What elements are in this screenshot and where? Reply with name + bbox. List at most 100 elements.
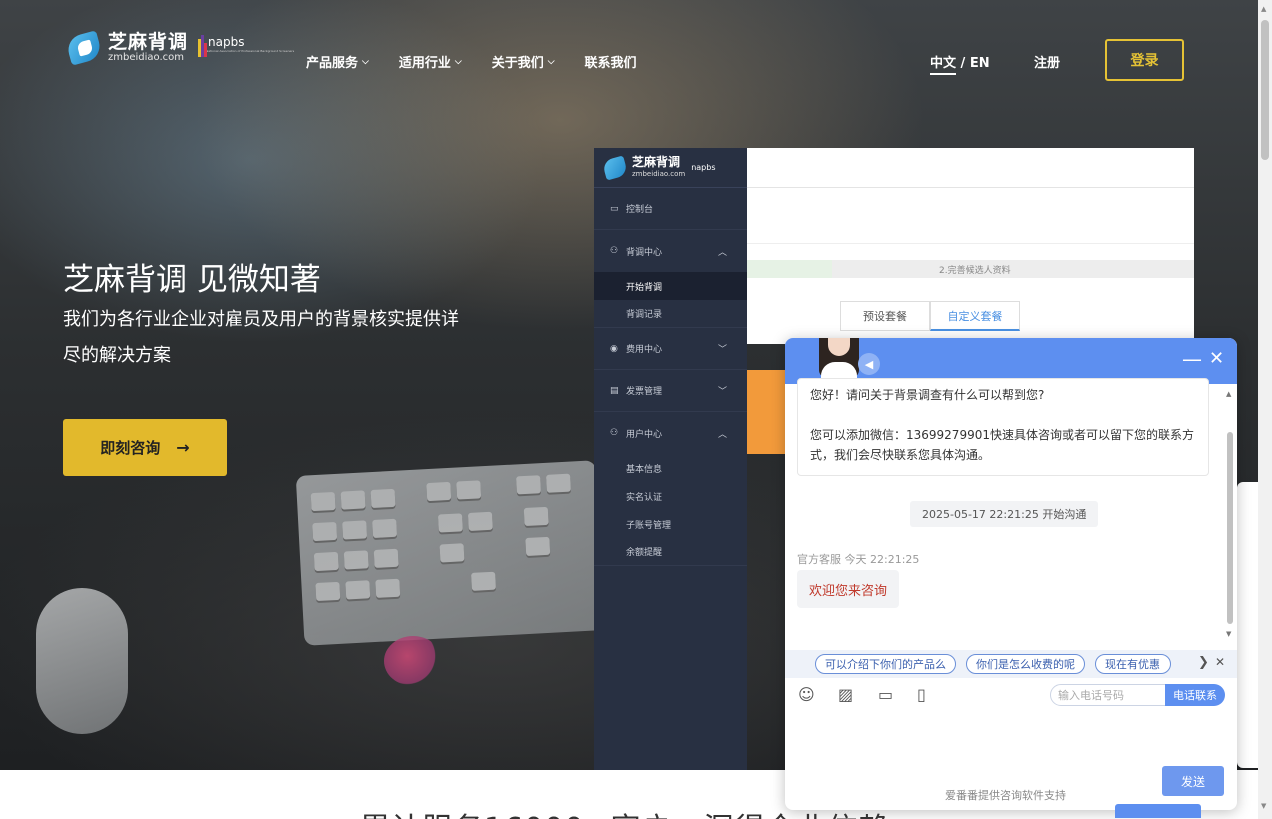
sidebar-item-check-records[interactable]: 背调记录: [594, 300, 747, 328]
login-button[interactable]: 登录: [1105, 39, 1184, 81]
emoji-icon[interactable]: ☺: [798, 685, 815, 704]
chat-scroll-thumb[interactable]: [1227, 432, 1233, 624]
sidebar-item-basic-info[interactable]: 基本信息: [594, 454, 747, 482]
mock-logo: 芝麻背调 zmbeidiao.com napbs: [594, 148, 747, 188]
chat-scrollbar[interactable]: ▲ ▼: [1223, 384, 1237, 648]
mock-tabs: 预设套餐 自定义套餐: [840, 301, 1020, 331]
mock-toolbar: [747, 188, 1194, 244]
greeting-line-2: 您可以添加微信：13699279901快速具体咨询或者可以留下您的联系方式，我们…: [810, 428, 1194, 462]
step-complete: [747, 260, 832, 278]
chevron-down-icon: ⌵: [454, 56, 462, 67]
floating-side-panel: [1237, 482, 1258, 768]
chat-widget: ◀ — ✕ 您好！请问关于背景调查有什么可以帮到您? 您可以添加微信：13699…: [785, 338, 1237, 810]
nav-industries[interactable]: 适用行业 ⌵: [399, 52, 462, 71]
mock-sidebar: 芝麻背调 zmbeidiao.com napbs ▭ 控制台 ⚇ 背调中心 ︿ 开始背调…: [594, 148, 747, 770]
logo-name: 芝麻背调: [108, 31, 189, 53]
coin-icon: ◉: [610, 343, 618, 354]
close-icon[interactable]: ✕: [1215, 655, 1225, 669]
page-scrollbar[interactable]: ▲ ▼: [1258, 0, 1272, 819]
chevron-down-icon: ﹀: [717, 345, 727, 355]
agent-message: 欢迎您来咨询: [797, 570, 900, 608]
chevron-right-icon[interactable]: ❯: [1198, 655, 1209, 670]
chevron-down-icon: ⌵: [547, 56, 555, 67]
phone-input[interactable]: [1050, 684, 1168, 706]
scroll-down-icon[interactable]: ▼: [1261, 802, 1266, 810]
mock-domain: zmbeidiao.com: [632, 170, 686, 178]
hero-subtitle: 我们为各行业企业对雇员及用户的背景核实提供详尽的解决方案: [63, 309, 459, 366]
quick-reply-pricing[interactable]: 你们是怎么收费的呢: [966, 654, 1085, 674]
consult-button[interactable]: 即刻咨询 →: [63, 419, 227, 476]
napbs-subtitle: National Association of Professional Bac…: [206, 49, 295, 53]
register-link[interactable]: 注册: [1034, 52, 1060, 71]
consult-label: 即刻咨询: [100, 439, 161, 457]
mock-content: 2.完善候选人资料 预设套餐 自定义套餐: [747, 244, 1194, 344]
mock-topbar: [747, 148, 1194, 188]
mock-orange-card: [747, 370, 785, 454]
arrow-right-icon: →: [176, 438, 190, 457]
mouse-image: [36, 588, 128, 734]
hero-title: 芝麻背调 见微知著: [63, 262, 321, 298]
site-logo[interactable]: 芝麻背调 zmbeidiao.com napbs National Associ…: [64, 30, 294, 66]
folder-icon[interactable]: ▭: [878, 685, 893, 704]
watermark-logo: [384, 636, 442, 686]
greeting-line-1: 您好！请问关于背景调查有什么可以帮到您?: [810, 388, 1045, 402]
quick-reply-products[interactable]: 可以介绍下你们的产品么: [815, 654, 956, 674]
chat-toolbar: ☺ ▨ ▭ ▯ 电话联系: [785, 682, 1237, 708]
chevron-up-icon: ︿: [717, 429, 727, 440]
tab-preset-package[interactable]: 预设套餐: [840, 301, 930, 331]
mute-icon[interactable]: ◀: [858, 353, 880, 375]
logo-leaf-icon: [601, 154, 629, 181]
mock-steps: 2.完善候选人资料: [747, 260, 1194, 278]
lang-cn[interactable]: 中文: [930, 56, 957, 75]
quick-reply-discount[interactable]: 现在有优惠: [1095, 654, 1171, 674]
image-icon[interactable]: ▨: [838, 685, 853, 704]
sidebar-item-start-check[interactable]: 开始背调: [594, 272, 747, 300]
keyboard-image: [295, 460, 605, 646]
language-switch: 中文 / EN: [930, 52, 990, 75]
close-icon[interactable]: ✕: [1209, 348, 1224, 369]
vibrate-icon[interactable]: ▯: [917, 685, 926, 704]
minimize-icon[interactable]: —: [1182, 347, 1202, 371]
page-scroll-thumb[interactable]: [1261, 20, 1269, 160]
napbs-name: napbs: [208, 35, 245, 49]
lang-en[interactable]: EN: [970, 56, 990, 71]
nav-products[interactable]: 产品服务 ⌵: [306, 52, 369, 71]
agent-meta: 官方客服 今天 22:21:25: [797, 553, 920, 566]
scroll-up-icon[interactable]: ▲: [1226, 390, 1231, 398]
monitor-icon: ▭: [610, 203, 619, 214]
sidebar-item-user-center[interactable]: ⚇ 用户中心 ︿: [594, 412, 747, 454]
chevron-down-icon: ﹀: [717, 387, 727, 397]
scroll-up-icon[interactable]: ▲: [1261, 5, 1266, 13]
sidebar-item-verification[interactable]: 实名认证: [594, 482, 747, 510]
user-icon: ⚇: [610, 428, 619, 438]
sidebar-item-balance-alert[interactable]: 余额提醒: [594, 538, 747, 566]
tab-custom-package[interactable]: 自定义套餐: [930, 301, 1020, 331]
invoice-icon: ▤: [610, 385, 619, 396]
floating-contact-button[interactable]: [1115, 804, 1201, 818]
powered-by: 爱番番提供咨询软件支持: [945, 789, 1066, 802]
sidebar-item-sub-accounts[interactable]: 子账号管理: [594, 510, 747, 538]
chevron-up-icon: ︿: [717, 247, 727, 258]
quick-replies: 可以介绍下你们的产品么 你们是怎么收费的呢 现在有优惠 ❯ ✕: [785, 650, 1237, 678]
sidebar-item-console[interactable]: ▭ 控制台: [594, 188, 747, 230]
section-heading: 累计服务16000+客户，深得企业信赖: [360, 804, 890, 819]
nav-contact[interactable]: 联系我们: [585, 52, 637, 71]
send-button[interactable]: 发送: [1162, 766, 1224, 796]
step-label: 2.完善候选人资料: [939, 266, 1011, 276]
mock-brand: 芝麻背调: [632, 155, 681, 169]
napbs-logo: napbs National Association of Profession…: [198, 35, 294, 61]
phone-contact-button[interactable]: 电话联系: [1165, 684, 1225, 706]
logo-leaf-icon: [64, 30, 104, 66]
greeting-message: 您好！请问关于背景调查有什么可以帮到您? 您可以添加微信：13699279901…: [797, 378, 1209, 476]
lang-separator: /: [956, 56, 970, 71]
sidebar-item-check-center[interactable]: ⚇ 背调中心 ︿: [594, 230, 747, 272]
scroll-down-icon[interactable]: ▼: [1226, 630, 1231, 638]
user-check-icon: ⚇: [610, 246, 619, 256]
sidebar-item-invoice[interactable]: ▤ 发票管理 ﹀: [594, 370, 747, 412]
chevron-down-icon: ⌵: [362, 56, 369, 67]
mock-partner: napbs: [691, 163, 716, 172]
nav-about[interactable]: 关于我们 ⌵: [492, 52, 555, 71]
sidebar-item-billing[interactable]: ◉ 费用中心 ﹀: [594, 328, 747, 370]
napbs-bars-icon: [198, 35, 208, 61]
chat-messages: 您好！请问关于背景调查有什么可以帮到您? 您可以添加微信：13699279901…: [785, 378, 1223, 648]
